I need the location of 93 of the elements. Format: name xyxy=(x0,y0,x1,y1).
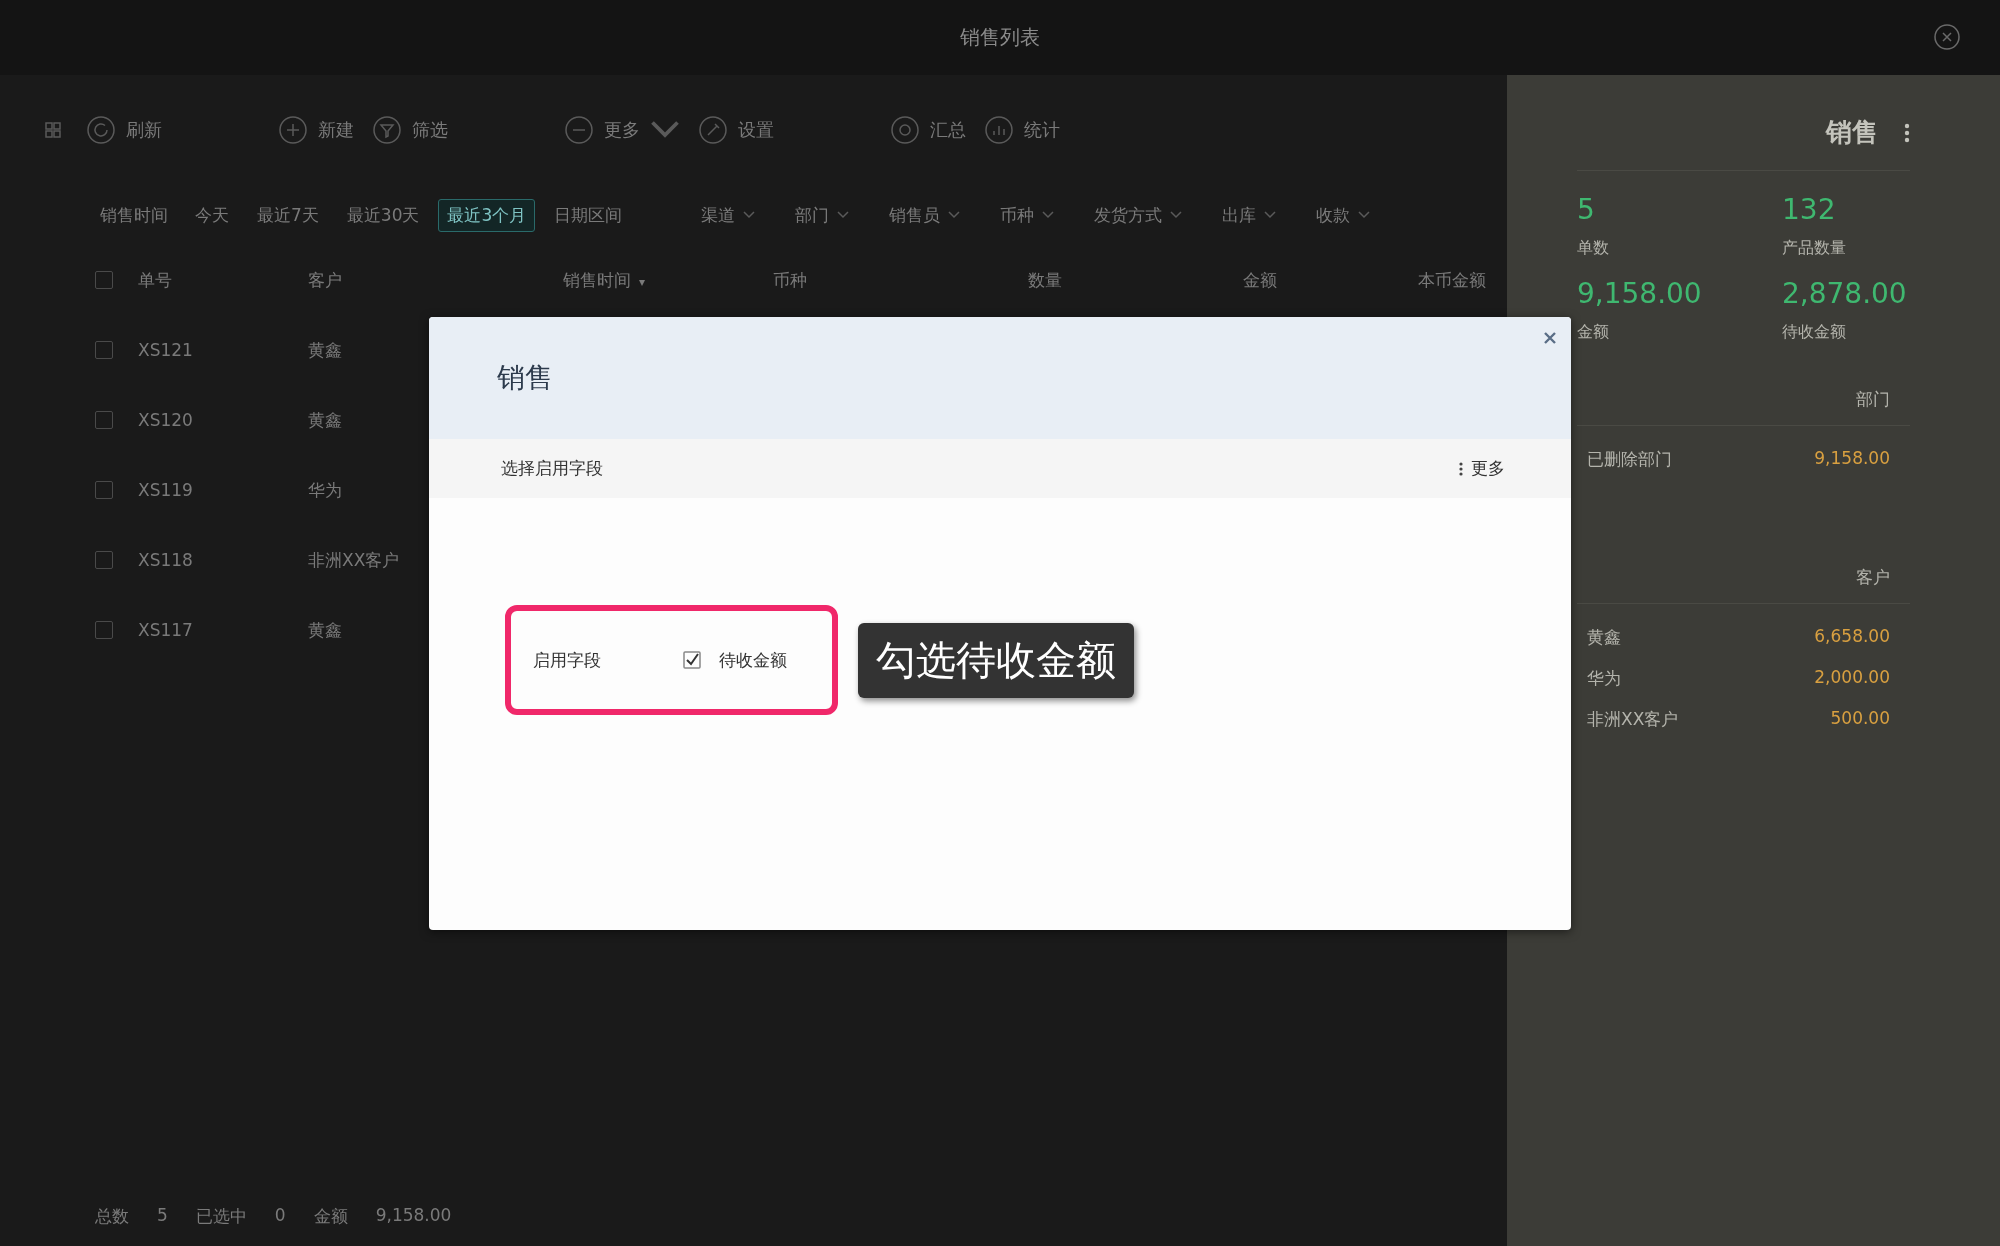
filter-label: 销售时间 xyxy=(100,203,168,227)
date-range-option[interactable]: 今天 xyxy=(186,198,238,232)
stat-value: 132 xyxy=(1782,193,1837,226)
table-cell-text: XS120 xyxy=(138,410,194,430)
stat-label: 产品数量 xyxy=(1782,238,1847,259)
row-amount: 9,158.00 xyxy=(1814,448,1890,470)
filter-dropdown[interactable]: 币种 xyxy=(1000,203,1055,227)
filter-dropdown[interactable]: 收款 xyxy=(1316,203,1371,227)
date-range-option[interactable]: 日期区间 xyxy=(545,198,632,232)
caret-icon xyxy=(1042,211,1055,219)
stat-label: 待收金额 xyxy=(1782,322,1847,343)
row-name: 已删除部门 xyxy=(1587,448,1672,471)
toolbar-button[interactable]: 设置 xyxy=(698,115,774,145)
footer-label: 总数 xyxy=(95,1205,129,1228)
stat-label: 单数 xyxy=(1577,238,1610,259)
table-cell-text: 非洲XX客户 xyxy=(308,548,401,572)
column-header[interactable]: 本币金额 xyxy=(1418,268,1507,292)
section-label: 选择启用字段 xyxy=(501,457,603,480)
date-range-option[interactable]: 最近30天 xyxy=(337,198,429,232)
footer-label: 已选中 xyxy=(195,1205,247,1228)
toolbar-button[interactable]: 新建 xyxy=(278,115,354,145)
row-name: 非洲XX客户 xyxy=(1587,708,1679,731)
column-header[interactable]: 单号 xyxy=(138,268,308,292)
caret-icon xyxy=(743,211,756,219)
filter-dropdown[interactable]: 出库 xyxy=(1222,203,1277,227)
section-title: 部门 xyxy=(1577,388,1910,426)
filter-dropdown[interactable]: 发货方式 xyxy=(1094,203,1183,227)
close-icon[interactable] xyxy=(1543,331,1557,345)
toolbar-button[interactable]: 统计 xyxy=(984,115,1060,145)
pencil-icon xyxy=(698,115,728,145)
field-label: 启用字段 xyxy=(533,648,602,672)
filter-dropdown[interactable]: 部门 xyxy=(795,203,850,227)
panel-title: 销售 xyxy=(1826,116,1878,149)
table-cell-text: XS118 xyxy=(138,550,194,570)
stat-value: 2,878.00 xyxy=(1782,277,1908,310)
callout: 勾选待收金额 xyxy=(858,622,1134,698)
plus-icon xyxy=(278,115,308,145)
row-name: 黄鑫 xyxy=(1587,626,1621,649)
column-header[interactable]: 销售时间 ▾ xyxy=(563,268,773,292)
refresh-icon xyxy=(86,115,116,145)
circle-icon xyxy=(890,115,920,145)
filter-dropdown[interactable]: 销售员 xyxy=(889,203,961,227)
stat-value: 5 xyxy=(1577,193,1596,226)
checkbox[interactable] xyxy=(95,551,113,569)
footer-value: 0 xyxy=(274,1205,286,1227)
row-name: 华为 xyxy=(1587,667,1621,690)
table-cell-text: XS117 xyxy=(138,620,194,640)
footer-label: 金额 xyxy=(313,1205,348,1228)
checkbox[interactable] xyxy=(95,621,113,639)
checkbox[interactable] xyxy=(95,341,113,359)
section-title: 客户 xyxy=(1577,566,1910,604)
filter-icon xyxy=(372,115,402,145)
column-header[interactable]: 数量 xyxy=(1028,268,1243,292)
caret-icon xyxy=(1264,211,1277,219)
field-checkbox[interactable]: 待收金额 xyxy=(683,648,787,672)
table-cell-text: 黄鑫 xyxy=(308,338,343,362)
table-cell-text: 华为 xyxy=(308,478,343,502)
more-icon xyxy=(1459,461,1463,476)
toolbar-button[interactable]: 刷新 xyxy=(86,115,162,145)
footer-value: 5 xyxy=(157,1205,168,1227)
caret-icon xyxy=(1170,211,1183,219)
dash-icon xyxy=(564,115,594,145)
toolbar-button[interactable]: 汇总 xyxy=(890,115,966,145)
close-icon[interactable] xyxy=(1934,24,1960,50)
checkbox[interactable] xyxy=(95,411,113,429)
date-range-option[interactable]: 最近3个月 xyxy=(438,198,536,232)
table-cell-text: 黄鑫 xyxy=(308,408,343,432)
more-button[interactable]: 更多 xyxy=(1459,457,1505,480)
caret-icon xyxy=(837,211,850,219)
bar-chart-icon xyxy=(984,115,1014,145)
window-title: 销售列表 xyxy=(960,24,1040,51)
table-cell-text: XS121 xyxy=(138,340,194,360)
stat-value: 9,158.00 xyxy=(1577,277,1703,310)
footer-value: 9,158.00 xyxy=(375,1205,452,1227)
table-cell-text: 黄鑫 xyxy=(308,618,343,642)
toolbar-button[interactable]: 更多 xyxy=(564,115,680,145)
row-amount: 6,658.00 xyxy=(1814,626,1890,648)
date-range-option[interactable]: 最近7天 xyxy=(248,198,328,232)
checkbox[interactable] xyxy=(95,481,113,499)
row-amount: 500.00 xyxy=(1830,708,1890,730)
column-header[interactable]: 客户 xyxy=(308,268,563,292)
caret-icon xyxy=(1358,211,1371,219)
column-header[interactable]: 金额 xyxy=(1243,268,1418,292)
dialog-title: 销售 xyxy=(497,360,553,396)
checkbox[interactable] xyxy=(95,271,113,289)
stat-label: 金额 xyxy=(1577,322,1610,343)
row-amount: 2,000.00 xyxy=(1814,667,1890,689)
filter-dropdown[interactable]: 渠道 xyxy=(701,203,756,227)
toolbar-button[interactable]: 筛选 xyxy=(372,115,448,145)
more-icon[interactable] xyxy=(1904,122,1910,143)
caret-icon xyxy=(948,211,961,219)
table-cell-text: XS119 xyxy=(138,480,194,500)
column-header[interactable]: 币种 xyxy=(773,268,1028,292)
